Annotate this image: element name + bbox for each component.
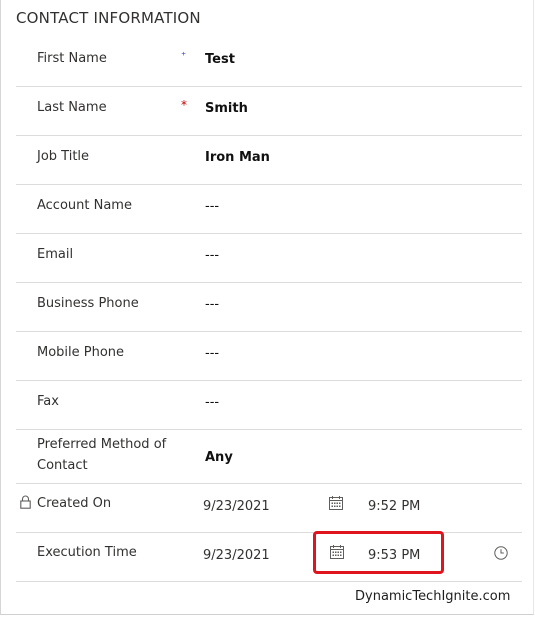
job-title-label: Job Title	[37, 149, 90, 164]
job-title-value[interactable]: Iron Man	[205, 150, 270, 165]
first-name-label: First Name	[37, 51, 107, 66]
preferred-method-label: Preferred Method of Contact	[37, 437, 167, 473]
required-icon: *	[181, 98, 187, 112]
field-row-mobile-phone: Mobile Phone ---	[16, 332, 522, 381]
email-label: Email	[37, 247, 74, 262]
field-row-job-title: Job Title Iron Man	[16, 136, 522, 185]
last-name-value[interactable]: Smith	[205, 101, 248, 116]
preferred-method-value[interactable]: Any	[205, 450, 233, 465]
first-name-value[interactable]: Test	[205, 52, 235, 67]
calendar-icon	[329, 496, 343, 510]
created-on-time: 9:52 PM	[368, 499, 421, 514]
field-row-business-phone: Business Phone ---	[16, 283, 522, 332]
business-phone-value[interactable]: ---	[205, 297, 219, 312]
created-on-label: Created On	[37, 496, 112, 511]
business-recommended-icon: ⁺	[181, 51, 187, 62]
execution-time-date[interactable]: 9/23/2021	[203, 548, 270, 563]
execution-time-label: Execution Time	[37, 545, 137, 560]
watermark: DynamicTechIgnite.com	[355, 589, 511, 604]
lock-icon	[20, 495, 31, 509]
fax-value[interactable]: ---	[205, 395, 219, 410]
last-name-label: Last Name	[37, 100, 107, 115]
contact-information-section: CONTACT INFORMATION First Name ⁺ Test La…	[0, 0, 534, 615]
fax-label: Fax	[37, 394, 59, 409]
highlight-box	[313, 531, 444, 574]
field-row-first-name: First Name ⁺ Test	[16, 38, 522, 87]
created-on-date: 9/23/2021	[203, 499, 270, 514]
field-row-account-name: Account Name ---	[16, 185, 522, 234]
clock-icon[interactable]	[494, 546, 508, 560]
section-title: CONTACT INFORMATION	[16, 9, 201, 27]
mobile-phone-label: Mobile Phone	[37, 345, 125, 360]
account-name-value[interactable]: ---	[205, 199, 219, 214]
business-phone-label: Business Phone	[37, 296, 139, 311]
field-row-email: Email ---	[16, 234, 522, 283]
field-row-fax: Fax ---	[16, 381, 522, 430]
account-name-label: Account Name	[37, 198, 132, 213]
field-row-preferred-method: Preferred Method of Contact Any	[16, 430, 522, 484]
mobile-phone-value[interactable]: ---	[205, 346, 219, 361]
field-row-last-name: Last Name * Smith	[16, 87, 522, 136]
field-row-created-on: Created On 9/23/2021 9:52 PM	[16, 484, 522, 533]
field-row-execution-time: Execution Time 9/23/2021 9:53 PM	[16, 533, 522, 582]
email-value[interactable]: ---	[205, 248, 219, 263]
